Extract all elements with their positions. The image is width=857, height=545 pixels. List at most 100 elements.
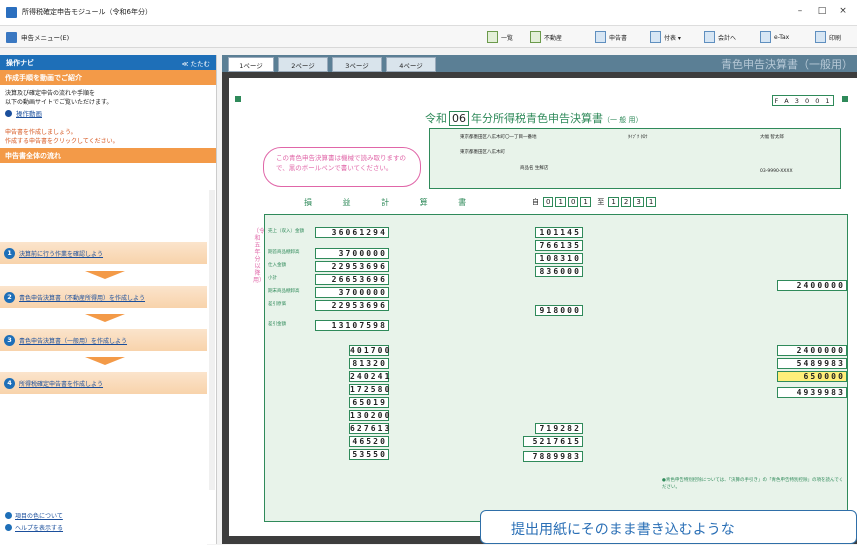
address-value[interactable]: 東京都墨田区八広木町〇一丁目一番地 [460, 134, 537, 140]
shop-name-value[interactable]: 商品名 生鮮店 [520, 165, 548, 171]
color-help-link[interactable]: 項目の色について [5, 511, 63, 520]
help-link[interactable]: ヘルプを表示する [5, 523, 63, 532]
period-to-label: 至 [597, 198, 605, 206]
expense-mid[interactable]: 836000 [535, 266, 583, 277]
expense-row[interactable]: 46520 [349, 436, 389, 447]
list-icon [487, 31, 498, 43]
expense-mid[interactable]: 108310 [535, 253, 583, 264]
etax-icon [760, 31, 771, 43]
document-icon [595, 31, 606, 43]
print-button[interactable]: 印刷 [815, 29, 841, 45]
print-icon [815, 31, 826, 43]
shop-address-value[interactable]: 東京都墨田区八広木町 [460, 149, 505, 155]
return-button[interactable]: 申告書 [595, 29, 627, 45]
minimize-button[interactable]: – [793, 6, 807, 16]
period-fields: 自0101 至1231 [529, 197, 657, 207]
from-day2[interactable]: 1 [580, 197, 591, 207]
address-block: 東京都墨田区八広木町〇一丁目一番地 東京都墨田区八広木町 商品名 生鮮店 ﾀｲﾌ… [429, 128, 841, 189]
list-button[interactable]: 一覧 [487, 29, 513, 45]
accounting-button[interactable]: 会計へ [704, 29, 736, 45]
name-value[interactable]: 大幅 智太郎 [760, 134, 784, 140]
cost-of-sales[interactable]: 22953696 [315, 300, 389, 311]
flow-arrow [85, 271, 125, 279]
to-month2[interactable]: 2 [620, 197, 632, 207]
close-button[interactable]: × [836, 6, 850, 16]
menu-icon [6, 31, 17, 43]
expense-row[interactable]: 240241 [349, 371, 389, 382]
opening-label: 期首商品棚卸高 [268, 250, 300, 255]
corner-mark [842, 96, 848, 102]
step-1[interactable]: 1 決算前に行う作業を確認しよう [0, 242, 207, 264]
reserve-amount[interactable]: 2400000 [777, 280, 847, 291]
expense-mid[interactable]: 918000 [535, 305, 583, 316]
realestate-icon [530, 31, 541, 43]
sales-label: 売上（収入）金額 [268, 229, 304, 234]
main-area: 1ページ 2ページ 3ページ 4ページ 青色申告決算書（一般用） F A 3 0… [222, 55, 857, 544]
step-2[interactable]: 2 青色申告決算書（不動産所得用）を作成しよう [0, 286, 207, 308]
video-link[interactable]: 操作動画 [0, 107, 216, 118]
attachment-button[interactable]: 付表 ▾ [650, 29, 681, 45]
reserve-total[interactable]: 2400000 [777, 345, 847, 356]
tooltip-popup: 提出用紙にそのまま書き込むような [480, 510, 857, 544]
tab-page-3[interactable]: 3ページ [332, 57, 382, 72]
year-field[interactable]: 06 [449, 111, 469, 126]
video-section-header: 作成手順を動画でご紹介 [0, 70, 216, 85]
net-income[interactable]: 7889983 [523, 451, 583, 462]
period-from-label: 自 [532, 198, 539, 206]
purchases-label: 仕入金額 [268, 263, 286, 268]
income-amount[interactable]: 4939983 [777, 387, 847, 398]
sales-amount[interactable]: 36061294 [315, 227, 389, 238]
pre-deduction-income[interactable]: 5489983 [777, 358, 847, 369]
info-text: 申告書を作成しましょう。 作成する申告書をクリックしてください。 [5, 129, 119, 145]
expense-mid[interactable]: 101145 [535, 227, 583, 238]
phone-value[interactable]: 03-9990-XXXX [760, 169, 793, 174]
realestate-button[interactable]: 不動産 [530, 29, 562, 45]
from-day[interactable]: 0 [567, 197, 579, 207]
etax-button[interactable]: e-Tax [760, 29, 789, 45]
closing-inventory[interactable]: 3700000 [315, 287, 389, 298]
opening-inventory[interactable]: 3700000 [315, 248, 389, 259]
expense-row[interactable]: 53550 [349, 449, 389, 460]
tab-page-2[interactable]: 2ページ [278, 57, 328, 72]
maximize-button[interactable]: □ [815, 6, 829, 16]
form-title: 令和 06 年分所得税青色申告決算書（一 般 用） [425, 111, 643, 126]
step-3[interactable]: 3 青色申告決算書（一般用）を作成しよう [0, 329, 207, 351]
table-icon [650, 31, 661, 43]
expense-row[interactable]: 130200 [349, 410, 389, 421]
form-sheet: F A 3 0 0 1 令和 06 年分所得税青色申告決算書（一 般 用） 東京都墨… [229, 78, 857, 536]
question-icon [5, 512, 12, 519]
expense-row[interactable]: 401700 [349, 345, 389, 356]
to-day[interactable]: 3 [633, 197, 644, 207]
expense-row[interactable]: 65019 [349, 397, 389, 408]
toolbar: 申告メニュー(E) 一覧 不動産 申告書 付表 ▾ 会計へ e-Tax 印刷 [0, 26, 857, 48]
expense-row[interactable]: 172580 [349, 384, 389, 395]
tab-bar: 1ページ 2ページ 3ページ 4ページ 青色申告決算書（一般用） [222, 55, 857, 72]
to-month[interactable]: 1 [608, 197, 619, 207]
to-day2[interactable]: 1 [645, 197, 657, 207]
from-month2[interactable]: 1 [555, 197, 566, 207]
expense-total[interactable]: 5217615 [523, 436, 583, 447]
era-side-label: （令和五年分以降用） [253, 228, 266, 284]
form-id: F A 3 0 0 1 [772, 95, 834, 106]
tab-page-4[interactable]: 4ページ [386, 57, 436, 72]
step-4[interactable]: 4 所得税確定申告書を作成しよう [0, 372, 207, 394]
form-tab-title: 青色申告決算書（一般用） [721, 58, 853, 71]
gross-profit[interactable]: 13107598 [315, 320, 389, 331]
nav-scrollbar[interactable] [209, 190, 215, 490]
purchases[interactable]: 22953696 [315, 261, 389, 272]
blue-deduction[interactable]: 650000 [777, 371, 847, 382]
app-icon [6, 7, 17, 18]
collapse-button[interactable]: ≪ たたむ [182, 58, 210, 68]
expense-mid[interactable]: 766135 [535, 240, 583, 251]
flow-arrow [85, 357, 125, 365]
title-bar: 所得税確定申告モジュール（令和6年分） – □ × [0, 0, 857, 26]
expense-row[interactable]: 81320 [349, 358, 389, 369]
from-month[interactable]: 0 [543, 197, 554, 207]
misc-expense[interactable]: 719282 [535, 423, 583, 434]
menu-button[interactable]: 申告メニュー(E) [6, 29, 69, 45]
expense-row[interactable]: 627613 [349, 423, 389, 434]
name-kana-value[interactable]: ﾀｲﾌﾞｸ ﾀﾛｳ [628, 134, 647, 140]
tab-page-1[interactable]: 1ページ [228, 57, 274, 72]
pen-notice: この青色申告決算書は機械で読み取りますので、黒のボールペンで書いてください。 [263, 147, 421, 187]
subtotal[interactable]: 26653696 [315, 274, 389, 285]
